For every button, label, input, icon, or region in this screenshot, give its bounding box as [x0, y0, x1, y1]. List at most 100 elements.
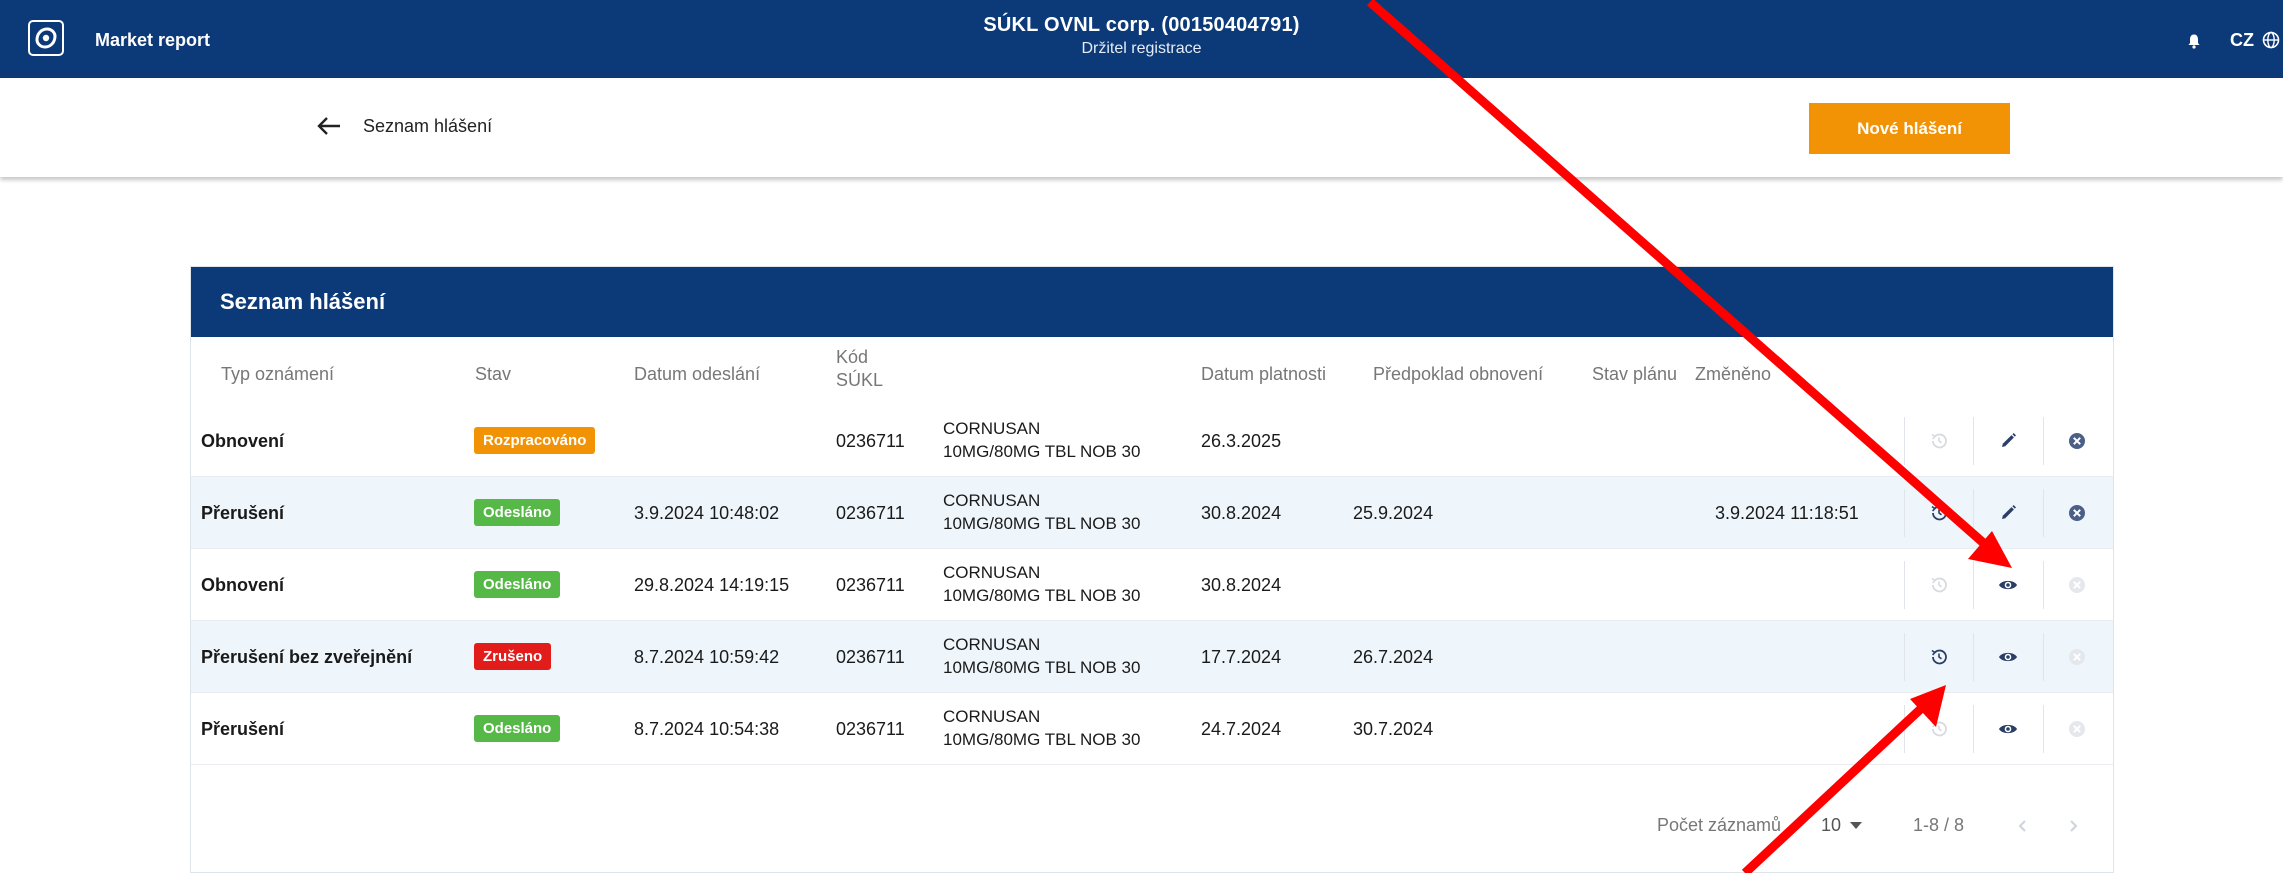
- row-product-name: CORNUSAN: [943, 419, 1041, 438]
- column-header-code-line2[interactable]: SÚKL: [836, 370, 883, 391]
- back-arrow-icon[interactable]: [316, 116, 342, 136]
- row-product-detail: 10MG/80MG TBL NOB 30: [943, 514, 1141, 533]
- status-badge: Odesláno: [474, 499, 561, 526]
- page-size-select[interactable]: 10: [1821, 815, 1841, 836]
- row-type: Přerušení: [201, 719, 285, 739]
- edit-icon[interactable]: [1997, 502, 2019, 524]
- history-icon[interactable]: [1928, 574, 1950, 596]
- column-header-expected-renewal[interactable]: Předpoklad obnovení: [1373, 364, 1543, 385]
- column-header-validity-date[interactable]: Datum platnosti: [1201, 364, 1326, 385]
- row-validity-date: 30.8.2024: [1201, 503, 1282, 523]
- column-header-plan-status[interactable]: Stav plánu: [1592, 364, 1677, 385]
- history-icon[interactable]: [1928, 646, 1950, 668]
- column-header-code-line1[interactable]: Kód: [836, 347, 868, 368]
- action-separator: [1904, 417, 1905, 465]
- status-badge: Odesláno: [474, 715, 561, 742]
- row-sent-date: 8.7.2024 10:54:38: [634, 719, 780, 739]
- column-header-sent-date[interactable]: Datum odeslání: [634, 364, 760, 385]
- organization-role: Držitel registrace: [1081, 40, 1202, 57]
- history-icon[interactable]: [1928, 718, 1950, 740]
- action-separator: [1904, 705, 1905, 753]
- row-sent-date: 8.7.2024 10:59:42: [634, 647, 780, 667]
- cancel-icon[interactable]: [2066, 574, 2088, 596]
- column-header-changed[interactable]: Změněno: [1695, 364, 1771, 385]
- row-code: 0236711: [836, 431, 905, 451]
- page-range: 1-8 / 8: [1913, 815, 1965, 835]
- bell-icon[interactable]: [2186, 33, 2202, 49]
- column-header-type[interactable]: Typ oznámení: [221, 364, 334, 385]
- row-type: Obnovení: [201, 431, 285, 451]
- cancel-icon[interactable]: [2066, 502, 2088, 524]
- sub-header: Seznam hlášení Nové hlášení: [0, 78, 2283, 177]
- card-title: Seznam hlášení: [191, 267, 2113, 337]
- edit-icon[interactable]: [1997, 430, 2019, 452]
- status-badge: Rozpracováno: [474, 427, 596, 454]
- row-product-name: CORNUSAN: [943, 491, 1041, 510]
- action-separator: [2043, 705, 2044, 753]
- action-separator: [2043, 561, 2044, 609]
- status-badge: Odesláno: [474, 571, 561, 598]
- action-separator: [1973, 417, 1974, 465]
- row-sent-date: 3.9.2024 10:48:02: [634, 503, 780, 523]
- table-row[interactable]: Obnovení Odesláno 29.8.2024 14:19:15 023…: [191, 549, 2113, 621]
- action-separator: [1973, 633, 1974, 681]
- table-row[interactable]: Přerušení bez zveřejnění Zrušeno 8.7.202…: [191, 621, 2113, 693]
- action-separator: [2043, 489, 2044, 537]
- cancel-icon[interactable]: [2066, 646, 2088, 668]
- status-badge: Zrušeno: [474, 643, 552, 670]
- cancel-icon[interactable]: [2066, 430, 2088, 452]
- row-expected-renewal: 26.7.2024: [1353, 647, 1434, 667]
- cancel-icon[interactable]: [2066, 718, 2088, 740]
- globe-icon[interactable]: [2262, 31, 2280, 49]
- previous-page-icon[interactable]: [2017, 819, 2029, 833]
- row-expected-renewal: 25.9.2024: [1353, 503, 1434, 523]
- chevron-down-icon[interactable]: [1850, 822, 1862, 830]
- row-changed: 3.9.2024 11:18:51: [1715, 503, 1859, 523]
- next-page-icon[interactable]: [2067, 819, 2079, 833]
- history-icon[interactable]: [1928, 502, 1950, 524]
- row-product-detail: 10MG/80MG TBL NOB 30: [943, 442, 1141, 461]
- action-separator: [1904, 633, 1905, 681]
- row-code: 0236711: [836, 647, 905, 667]
- table-row[interactable]: Přerušení Odesláno 3.9.2024 10:48:02 023…: [191, 477, 2113, 549]
- row-validity-date: 26.3.2025: [1201, 431, 1282, 451]
- row-product-name: CORNUSAN: [943, 635, 1041, 654]
- organization-name: SÚKL OVNL corp. (00150404791): [983, 14, 1300, 36]
- row-code: 0236711: [836, 719, 905, 739]
- table-row[interactable]: Přerušení Odesláno 8.7.2024 10:54:38 023…: [191, 693, 2113, 765]
- eye-icon[interactable]: [1997, 574, 2019, 596]
- action-separator: [2043, 417, 2044, 465]
- report-list-card: Seznam hlášení Typ oznámení Stav Datum o…: [190, 266, 2114, 873]
- row-sent-date: 29.8.2024 14:19:15: [634, 575, 790, 595]
- row-type: Přerušení: [201, 503, 285, 523]
- row-product-detail: 10MG/80MG TBL NOB 30: [943, 658, 1141, 677]
- row-validity-date: 17.7.2024: [1201, 647, 1282, 667]
- action-separator: [1973, 489, 1974, 537]
- action-separator: [1904, 489, 1905, 537]
- language-selector[interactable]: CZ: [2230, 30, 2254, 51]
- action-separator: [1973, 705, 1974, 753]
- row-product-name: CORNUSAN: [943, 563, 1041, 582]
- row-product-detail: 10MG/80MG TBL NOB 30: [943, 586, 1141, 605]
- row-code: 0236711: [836, 575, 905, 595]
- eye-icon[interactable]: [1997, 646, 2019, 668]
- top-bar: Market report SÚKL OVNL corp. (001504047…: [0, 0, 2283, 78]
- history-icon[interactable]: [1928, 430, 1950, 452]
- back-link[interactable]: Seznam hlášení: [363, 116, 492, 137]
- action-separator: [1973, 561, 1974, 609]
- row-validity-date: 30.8.2024: [1201, 575, 1282, 595]
- table-row[interactable]: Obnovení Rozpracováno 0236711 CORNUSAN 1…: [191, 405, 2113, 477]
- market-report-screen: Market report SÚKL OVNL corp. (001504047…: [0, 0, 2283, 873]
- action-separator: [1904, 561, 1905, 609]
- row-product-detail: 10MG/80MG TBL NOB 30: [943, 730, 1141, 749]
- row-type: Obnovení: [201, 575, 285, 595]
- row-code: 0236711: [836, 503, 905, 523]
- row-validity-date: 24.7.2024: [1201, 719, 1282, 739]
- eye-icon[interactable]: [1997, 718, 2019, 740]
- row-expected-renewal: 30.7.2024: [1353, 719, 1434, 739]
- page-size-label: Počet záznamů: [1657, 815, 1782, 835]
- organization-info: SÚKL OVNL corp. (00150404791) Držitel re…: [0, 14, 2283, 58]
- action-separator: [2043, 633, 2044, 681]
- new-report-button[interactable]: Nové hlášení: [1809, 103, 2010, 154]
- column-header-status[interactable]: Stav: [475, 364, 511, 385]
